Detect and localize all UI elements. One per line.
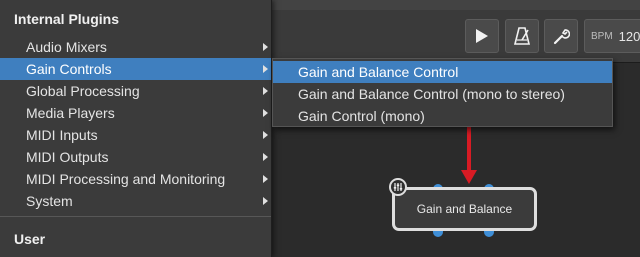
plugin-node[interactable]: Gain and Balance (392, 187, 537, 231)
gain-controls-submenu: Gain and Balance Control Gain and Balanc… (272, 58, 613, 127)
annotation-arrow-head (461, 170, 477, 184)
menu-item-system[interactable]: System (0, 190, 271, 212)
settings-button[interactable] (544, 19, 578, 53)
play-icon (476, 29, 488, 43)
node-settings-badge[interactable] (389, 178, 407, 196)
bpm-label: BPM (591, 30, 613, 42)
bpm-display[interactable]: BPM 120 (584, 19, 640, 53)
chevron-right-icon (263, 175, 268, 183)
submenu-item-gain-balance-mono-stereo[interactable]: Gain and Balance Control (mono to stereo… (273, 83, 612, 105)
menu-heading-internal: Internal Plugins (14, 11, 120, 27)
metronome-icon (513, 27, 531, 45)
menu-item-global-processing[interactable]: Global Processing (0, 80, 271, 102)
chevron-right-icon (263, 87, 268, 95)
menu-item-label: Media Players (26, 105, 115, 121)
bpm-value[interactable]: 120 (619, 29, 640, 44)
menu-item-label: Gain Controls (26, 61, 112, 77)
menu-item-midi-processing[interactable]: MIDI Processing and Monitoring (0, 168, 271, 190)
menu-item-midi-inputs[interactable]: MIDI Inputs (0, 124, 271, 146)
menu-item-label: MIDI Processing and Monitoring (26, 171, 226, 187)
menu-item-label: System (26, 193, 73, 209)
menu-heading-user: User (14, 231, 46, 247)
play-button[interactable] (465, 19, 499, 53)
menu-item-gain-controls[interactable]: Gain Controls (0, 58, 271, 80)
toolbar-strip (272, 0, 640, 10)
chevron-right-icon (263, 43, 268, 51)
chevron-right-icon (263, 131, 268, 139)
menu-separator (0, 216, 271, 217)
menu-item-audio-mixers[interactable]: Audio Mixers (0, 36, 271, 58)
metronome-button[interactable] (505, 19, 539, 53)
menu-item-label: Global Processing (26, 83, 140, 99)
wrench-icon (553, 29, 570, 45)
chevron-right-icon (263, 109, 268, 117)
menu-item-label: MIDI Inputs (26, 127, 98, 143)
chevron-right-icon (263, 153, 268, 161)
menu-item-label: Audio Mixers (26, 39, 107, 55)
node-label: Gain and Balance (416, 202, 513, 216)
sliders-icon (393, 183, 403, 191)
menu-item-label: MIDI Outputs (26, 149, 109, 165)
submenu-item-gain-balance[interactable]: Gain and Balance Control (273, 61, 612, 83)
chevron-right-icon (263, 65, 268, 73)
chevron-right-icon (263, 197, 268, 205)
menu-item-midi-outputs[interactable]: MIDI Outputs (0, 146, 271, 168)
menu-item-media-players[interactable]: Media Players (0, 102, 271, 124)
plugin-menu: Internal Plugins Audio Mixers Gain Contr… (0, 0, 272, 257)
submenu-item-gain-mono[interactable]: Gain Control (mono) (273, 105, 612, 127)
